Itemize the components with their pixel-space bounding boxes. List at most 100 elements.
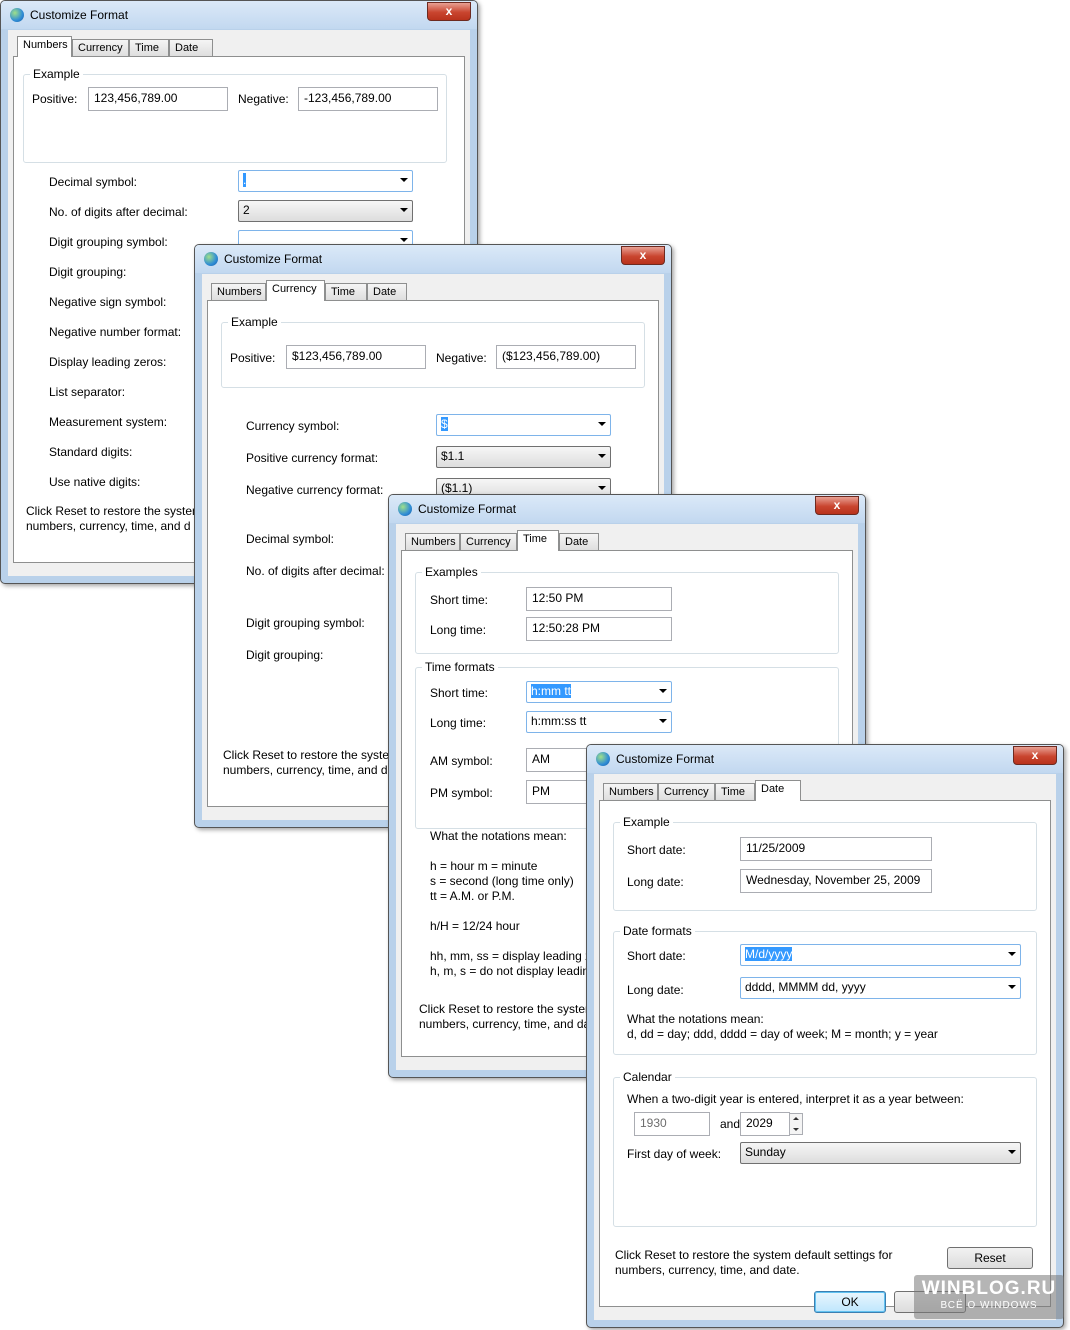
chevron-down-icon bbox=[598, 486, 606, 490]
currency-symbol-combo[interactable]: $ bbox=[436, 414, 611, 436]
long-date-example-field: Wednesday, November 25, 2009 bbox=[740, 869, 932, 893]
decimal-symbol-combo[interactable]: . bbox=[238, 170, 413, 192]
selected-text: M/d/yyyy bbox=[745, 947, 793, 961]
short-time-example-field: 12:50 PM bbox=[526, 587, 672, 611]
group-label: Example bbox=[228, 315, 281, 329]
tab-time[interactable]: Time bbox=[715, 783, 755, 800]
chevron-down-icon bbox=[400, 208, 408, 212]
reset-info-text: numbers, currency, time, and da bbox=[419, 1017, 591, 1031]
reset-button[interactable]: Reset bbox=[947, 1247, 1033, 1269]
tab-numbers[interactable]: Numbers bbox=[17, 36, 72, 57]
positive-currency-format-label: Positive currency format: bbox=[246, 451, 379, 465]
globe-icon bbox=[204, 252, 218, 266]
chevron-down-icon bbox=[1008, 985, 1016, 989]
tab-currency[interactable]: Currency bbox=[460, 533, 517, 550]
tab-date[interactable]: Date bbox=[169, 39, 213, 56]
short-time-format-combo[interactable]: h:mm tt bbox=[526, 681, 672, 703]
year-from-field: 1930 bbox=[634, 1112, 710, 1136]
selected-text: . bbox=[243, 173, 247, 187]
ok-button[interactable]: OK bbox=[814, 1291, 886, 1313]
notation-text: hh, mm, ss = display leading z bbox=[430, 949, 592, 963]
reset-info-text: numbers, currency, time, and date. bbox=[615, 1263, 800, 1277]
digits-after-decimal-select[interactable]: 2 bbox=[238, 200, 413, 222]
selected-text: $ bbox=[441, 417, 448, 431]
negative-example-field: ($123,456,789.00) bbox=[496, 345, 636, 369]
short-time-label: Short time: bbox=[430, 593, 489, 607]
digit-grouping-label: Digit grouping: bbox=[49, 265, 127, 279]
tab-time[interactable]: Time bbox=[129, 39, 169, 56]
long-time-format-combo[interactable]: h:mm:ss tt bbox=[526, 711, 672, 733]
tab-numbers[interactable]: Numbers bbox=[603, 783, 658, 800]
display-leading-zeros-label: Display leading zeros: bbox=[49, 355, 167, 369]
currency-symbol-label: Currency symbol: bbox=[246, 419, 340, 433]
spin-up-icon[interactable] bbox=[793, 1117, 799, 1120]
tab-currency[interactable]: Currency bbox=[266, 280, 325, 301]
title-bar[interactable]: Customize Format x bbox=[389, 495, 865, 523]
examples-group: Examples Short time: 12:50 PM Long time:… bbox=[415, 565, 839, 654]
positive-currency-format-select[interactable]: $1.1 bbox=[436, 446, 611, 468]
group-label: Example bbox=[620, 815, 673, 829]
globe-icon bbox=[10, 8, 24, 22]
notations-title: What the notations mean: bbox=[627, 1012, 764, 1026]
select-value: ($1.1) bbox=[441, 481, 473, 495]
reset-info-text: Click Reset to restore the system defaul… bbox=[615, 1248, 893, 1262]
close-button[interactable]: x bbox=[427, 2, 471, 21]
title-bar[interactable]: Customize Format x bbox=[587, 745, 1063, 773]
notation-text: s = second (long time only) bbox=[430, 874, 574, 888]
tab-date[interactable]: Date bbox=[755, 780, 801, 801]
chevron-down-icon bbox=[400, 238, 408, 242]
long-date-format-combo[interactable]: dddd, MMMM dd, yyyy bbox=[740, 977, 1021, 999]
tab-currency[interactable]: Currency bbox=[72, 39, 129, 56]
notations-text: d, dd = day; ddd, dddd = day of week; M … bbox=[627, 1027, 938, 1041]
tab-numbers[interactable]: Numbers bbox=[405, 533, 460, 550]
and-label: and bbox=[720, 1117, 741, 1131]
tab-numbers[interactable]: Numbers bbox=[211, 283, 266, 300]
tab-date[interactable]: Date bbox=[367, 283, 407, 300]
window-title: Customize Format bbox=[616, 752, 715, 766]
reset-info-text: Click Reset to restore the syster bbox=[223, 748, 394, 762]
calendar-group: Calendar When a two-digit year is entere… bbox=[613, 1070, 1037, 1227]
digits-after-decimal-label: No. of digits after decimal: bbox=[246, 564, 385, 578]
positive-label: Positive: bbox=[32, 92, 78, 106]
select-value: 2 bbox=[243, 203, 250, 217]
title-bar[interactable]: Customize Format x bbox=[1, 1, 477, 29]
digits-after-decimal-label: No. of digits after decimal: bbox=[49, 205, 188, 219]
first-day-of-week-select[interactable]: Sunday bbox=[740, 1142, 1021, 1164]
long-time-label: Long time: bbox=[430, 623, 487, 637]
two-digit-year-text: When a two-digit year is entered, interp… bbox=[627, 1092, 964, 1106]
tab-currency[interactable]: Currency bbox=[658, 783, 715, 800]
close-button[interactable]: x bbox=[1013, 746, 1057, 765]
short-date-format-label: Short date: bbox=[627, 949, 686, 963]
year-spinner[interactable] bbox=[789, 1113, 803, 1135]
negative-example-field: -123,456,789.00 bbox=[298, 87, 438, 111]
customize-format-window-date: Customize Format x Numbers Currency Time… bbox=[586, 744, 1064, 1328]
am-symbol-label: AM symbol: bbox=[430, 754, 493, 768]
tab-time[interactable]: Time bbox=[517, 530, 559, 551]
close-button[interactable]: x bbox=[815, 496, 859, 515]
close-button[interactable]: x bbox=[621, 246, 665, 265]
select-value: Sunday bbox=[745, 1145, 786, 1159]
digit-grouping-symbol-label: Digit grouping symbol: bbox=[49, 235, 168, 249]
window-title: Customize Format bbox=[30, 8, 129, 22]
list-separator-label: List separator: bbox=[49, 385, 126, 399]
first-day-of-week-label: First day of week: bbox=[627, 1147, 722, 1161]
combo-value: h:mm:ss tt bbox=[531, 714, 587, 728]
chevron-down-icon bbox=[598, 422, 606, 426]
chevron-down-icon bbox=[1008, 952, 1016, 956]
notation-text: h = hour m = minute bbox=[430, 859, 538, 873]
negative-number-format-label: Negative number format: bbox=[49, 325, 182, 339]
title-bar[interactable]: Customize Format x bbox=[195, 245, 671, 273]
year-to-field[interactable]: 2029 bbox=[740, 1112, 790, 1136]
group-label: Example bbox=[30, 67, 83, 81]
negative-label: Negative: bbox=[436, 351, 487, 365]
group-label: Time formats bbox=[422, 660, 498, 674]
tab-time[interactable]: Time bbox=[325, 283, 367, 300]
tab-date[interactable]: Date bbox=[559, 533, 599, 550]
positive-example-field: 123,456,789.00 bbox=[88, 87, 228, 111]
notation-text: h/H = 12/24 hour bbox=[430, 919, 520, 933]
spin-down-icon[interactable] bbox=[793, 1128, 799, 1131]
watermark-subtitle: ВСЁ О WINDOWS bbox=[940, 1300, 1038, 1311]
measurement-system-label: Measurement system: bbox=[49, 415, 168, 429]
long-time-example-field: 12:50:28 PM bbox=[526, 617, 672, 641]
short-date-format-combo[interactable]: M/d/yyyy bbox=[740, 944, 1021, 966]
